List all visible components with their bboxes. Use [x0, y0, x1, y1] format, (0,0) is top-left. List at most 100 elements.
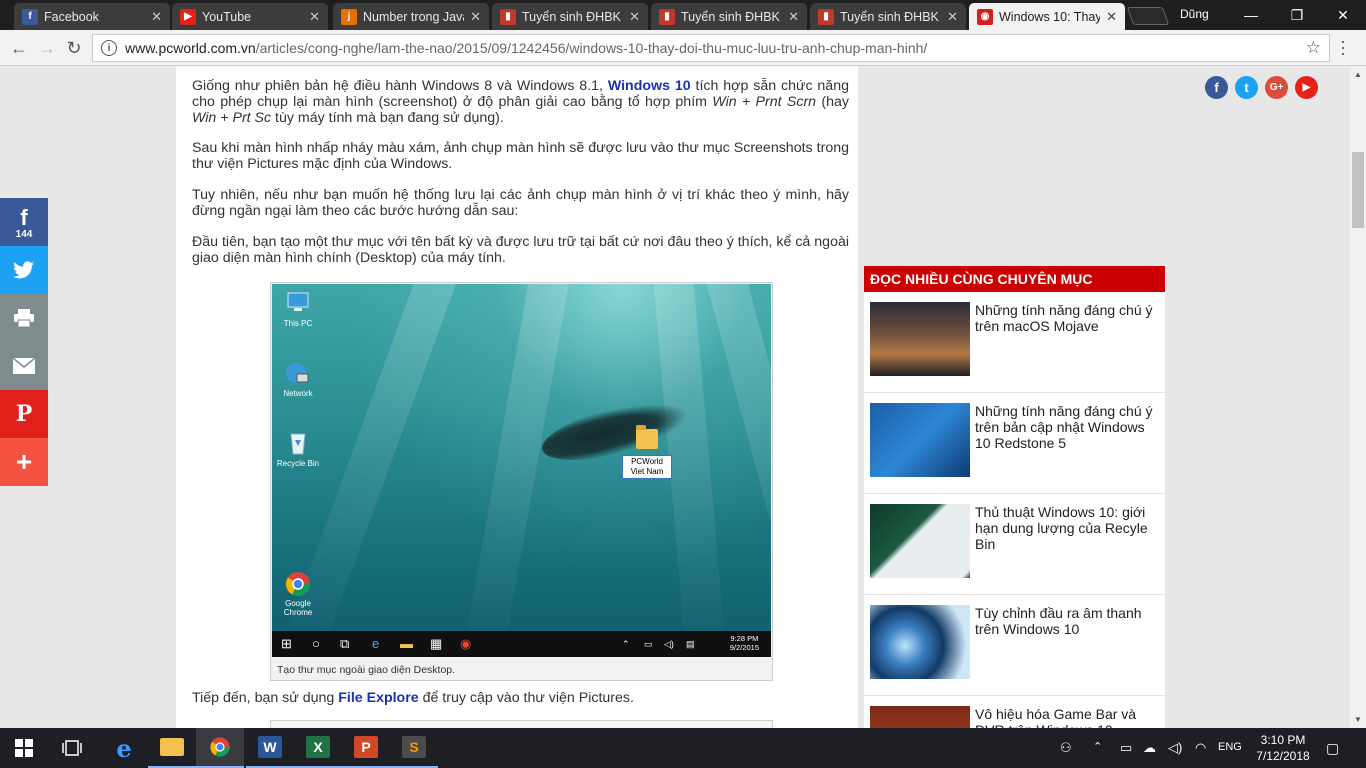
- address-bar[interactable]: i www.pcworld.com.vn/articles/cong-nghe/…: [92, 34, 1330, 62]
- system-clock[interactable]: 3:10 PM 7/12/2018: [1250, 732, 1316, 764]
- share-pinterest-button[interactable]: P: [0, 390, 48, 438]
- most-read-title[interactable]: Những tính năng đáng chú ý trên macOS Mo…: [975, 302, 1159, 334]
- web-page: Giống như phiên bản hệ điều hành Windows…: [0, 66, 1350, 728]
- close-tab-icon[interactable]: ✕: [947, 9, 958, 25]
- close-window-icon[interactable]: ✕: [1320, 0, 1366, 30]
- back-icon[interactable]: ←: [8, 37, 30, 59]
- article-thumbnail[interactable]: [870, 504, 970, 578]
- action-center-icon[interactable]: ▢: [1326, 740, 1339, 757]
- windows-10-link[interactable]: Windows 10: [608, 78, 691, 94]
- folder-rename-field: PCWorld Viet Nam: [622, 455, 672, 479]
- most-read-title[interactable]: Vô hiệu hóa Game Bar và DVR trên Windows…: [975, 706, 1159, 728]
- network-icon: Network: [272, 360, 324, 398]
- scroll-down-icon[interactable]: ▼: [1354, 715, 1362, 724]
- article-figure: This PC Network Recycle Bin Google Chrom…: [270, 282, 773, 681]
- tab-title: Tuyển sinh ĐHBK H: [681, 9, 783, 24]
- browser-tab[interactable]: j Number trong Java ✕: [333, 3, 489, 30]
- most-read-item[interactable]: Những tính năng đáng chú ý trên macOS Mo…: [864, 292, 1165, 393]
- browser-tab[interactable]: ◉ Windows 10: Thay ✕: [969, 3, 1125, 30]
- browser-tab[interactable]: ▶ YouTube ✕: [172, 3, 328, 30]
- task-view-icon: [62, 740, 82, 756]
- paragraph-3: Tuy nhiên, nếu như bạn muốn hệ thống lưu…: [192, 187, 849, 219]
- facebook-social-icon[interactable]: f: [1205, 76, 1228, 99]
- close-tab-icon[interactable]: ✕: [309, 9, 320, 25]
- chrome-icon: ◉: [460, 636, 472, 651]
- paragraph-1: Giống như phiên bản hệ điều hành Windows…: [192, 78, 849, 126]
- scroll-up-icon[interactable]: ▲: [1354, 70, 1362, 79]
- article-thumbnail[interactable]: [870, 706, 970, 728]
- most-read-title[interactable]: Tùy chỉnh đầu ra âm thanh trên Windows 1…: [975, 605, 1159, 637]
- volume-icon: ◁): [664, 639, 674, 649]
- most-read-title[interactable]: Thủ thuật Windows 10: giới hạn dung lượn…: [975, 504, 1159, 552]
- article-thumbnail[interactable]: [870, 302, 970, 376]
- paragraph-4: Đầu tiên, bạn tạo một thư mục với tên bấ…: [192, 234, 849, 266]
- chrome-icon: [210, 737, 230, 757]
- volume-icon[interactable]: ◁): [1168, 740, 1182, 756]
- start-button[interactable]: [0, 728, 48, 768]
- print-button[interactable]: [0, 294, 48, 342]
- browser-tab[interactable]: f Facebook ✕: [14, 3, 170, 30]
- explorer-icon: ▬: [400, 636, 413, 651]
- task-view-button[interactable]: [48, 728, 96, 768]
- facebook-share-count: 144: [15, 228, 33, 240]
- youtube-social-icon[interactable]: ▶: [1295, 76, 1318, 99]
- close-tab-icon[interactable]: ✕: [470, 9, 481, 25]
- onedrive-icon[interactable]: ☁: [1143, 740, 1156, 756]
- bookmark-star-icon[interactable]: ☆: [1306, 38, 1321, 58]
- article-thumbnail[interactable]: [870, 403, 970, 477]
- people-icon[interactable]: ⚇: [1060, 740, 1072, 756]
- browser-tab[interactable]: ▮ Tuyển sinh ĐHBK H ✕: [492, 3, 648, 30]
- browser-tab[interactable]: ▮ Tuyển sinh ĐHBK H ✕: [810, 3, 966, 30]
- browser-menu-icon[interactable]: · · ·: [1340, 32, 1346, 62]
- page-scrollbar[interactable]: ▲ ▼: [1350, 66, 1366, 728]
- email-button[interactable]: [0, 342, 48, 390]
- edge-button[interactable]: e: [100, 728, 148, 768]
- close-tab-icon[interactable]: ✕: [788, 9, 799, 25]
- chrome-button[interactable]: [196, 728, 244, 768]
- more-share-button[interactable]: +: [0, 438, 48, 486]
- close-tab-icon[interactable]: ✕: [629, 9, 640, 25]
- article-body: Giống như phiên bản hệ điều hành Windows…: [176, 66, 858, 728]
- word-icon: W: [258, 736, 282, 758]
- forward-icon[interactable]: →: [36, 37, 58, 59]
- file-explore-link[interactable]: File Explore: [338, 690, 418, 706]
- battery-icon[interactable]: ▭: [1120, 740, 1132, 756]
- file-explorer-button[interactable]: [148, 728, 196, 768]
- restore-icon[interactable]: ❐: [1274, 0, 1320, 30]
- screenshot-clock: 9:28 PM 9/2/2015: [729, 634, 759, 652]
- file-explorer-icon: [160, 738, 184, 756]
- edge-icon: e: [372, 636, 380, 651]
- sublime-button[interactable]: S: [390, 728, 438, 768]
- sublime-text-icon: S: [402, 736, 426, 758]
- close-tab-icon[interactable]: ✕: [151, 9, 162, 25]
- browser-tab[interactable]: ▮ Tuyển sinh ĐHBK H ✕: [651, 3, 807, 30]
- most-read-item[interactable]: Thủ thuật Windows 10: giới hạn dung lượn…: [864, 494, 1165, 595]
- tray-overflow-icon[interactable]: ⌃: [1093, 740, 1102, 753]
- most-read-item[interactable]: Vô hiệu hóa Game Bar và DVR trên Windows…: [864, 696, 1165, 728]
- wifi-icon[interactable]: ◠: [1195, 740, 1206, 756]
- share-twitter-button[interactable]: [0, 246, 48, 294]
- pinterest-icon: P: [15, 401, 33, 427]
- scrollbar-thumb[interactable]: [1352, 152, 1364, 228]
- minimize-icon[interactable]: —: [1228, 0, 1274, 30]
- share-facebook-button[interactable]: f 144: [0, 198, 48, 246]
- google-plus-social-icon[interactable]: G+: [1265, 76, 1288, 99]
- twitter-social-icon[interactable]: t: [1235, 76, 1258, 99]
- new-tab-button[interactable]: [1126, 7, 1170, 25]
- powerpoint-button[interactable]: P: [342, 728, 390, 768]
- most-read-item[interactable]: Tùy chỉnh đầu ra âm thanh trên Windows 1…: [864, 595, 1165, 696]
- most-read-title[interactable]: Những tính năng đáng chú ý trên bản cập …: [975, 403, 1159, 451]
- facebook-icon: f: [22, 8, 38, 25]
- language-indicator[interactable]: ENG: [1218, 741, 1242, 753]
- excel-button[interactable]: X: [294, 728, 342, 768]
- article-thumbnail[interactable]: [870, 605, 970, 679]
- close-tab-icon[interactable]: ✕: [1106, 9, 1117, 25]
- site-info-icon[interactable]: i: [101, 40, 117, 56]
- most-read-item[interactable]: Những tính năng đáng chú ý trên bản cập …: [864, 393, 1165, 494]
- browser-tab-strip: f Facebook ✕ ▶ YouTube ✕ j Number trong Java ✕ ▮ T…: [0, 0, 1366, 30]
- reload-icon[interactable]: ↻: [63, 37, 85, 59]
- profile-name[interactable]: Dũng: [1180, 7, 1209, 21]
- word-button[interactable]: W: [246, 728, 294, 768]
- this-pc-icon: This PC: [272, 290, 324, 328]
- email-icon: [12, 357, 36, 374]
